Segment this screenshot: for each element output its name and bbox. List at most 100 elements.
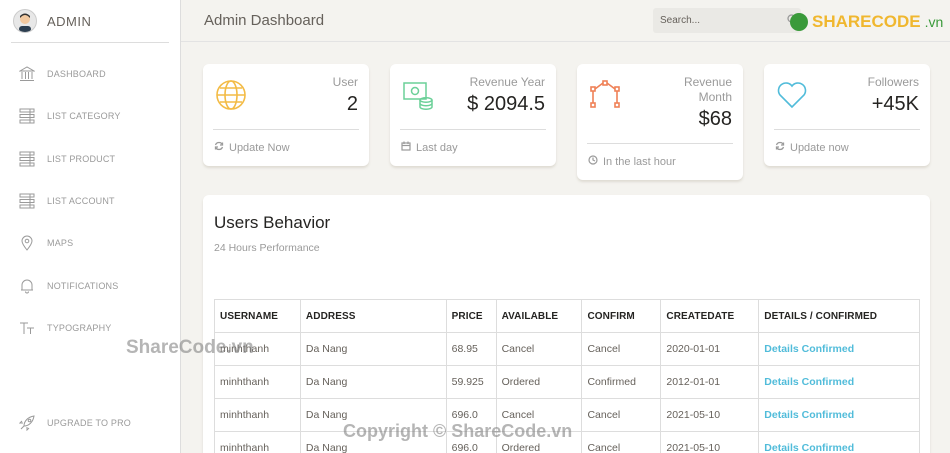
stat-card-followers: Followers +45K Update now [764, 64, 930, 166]
sidebar-item-list-category[interactable]: LIST CATEGORY [0, 95, 181, 137]
calendar-icon [401, 141, 411, 154]
cell-createdate: 2021-05-10 [660, 398, 760, 432]
sidebar-item-dashboard[interactable]: DASHBOARD [0, 53, 181, 95]
stat-footer[interactable]: In the last hour [588, 155, 676, 168]
details-confirmed-link[interactable]: Details Confirmed [758, 431, 920, 453]
details-confirmed-link[interactable]: Details Confirmed [758, 398, 920, 432]
cell-username: minhthanh [214, 332, 301, 366]
cell-available: Ordered [495, 365, 583, 399]
sidebar-item-label: MAPS [47, 238, 74, 249]
page-title: Admin Dashboard [204, 12, 325, 29]
cell-address: Da Nang [299, 398, 447, 432]
stat-category: Revenue Month [683, 75, 732, 104]
stat-card-revenue-month: Revenue Month $68 In the last hour [577, 64, 743, 180]
cell-address: Da Nang [299, 431, 447, 453]
column-header: USERNAME [214, 299, 301, 333]
sidebar-item-label: LIST CATEGORY [47, 111, 121, 122]
bell-icon [18, 277, 36, 295]
cell-price: 696.0 [445, 431, 497, 453]
stat-card-user: User 2 Update Now [203, 64, 369, 166]
divider [774, 129, 920, 130]
details-confirmed-link[interactable]: Details Confirmed [758, 365, 920, 399]
cell-address: Da Nang [299, 365, 447, 399]
refresh-icon [775, 141, 785, 154]
stat-card-revenue-year: Revenue Year $ 2094.5 Last day [390, 64, 556, 166]
column-header: CONFIRM [581, 299, 662, 333]
sidebar-item-maps[interactable]: MAPS [0, 222, 181, 264]
cell-price: 696.0 [445, 398, 497, 432]
globe-icon [215, 79, 247, 111]
stat-category: Followers [867, 75, 919, 89]
money-icon [402, 79, 434, 111]
cell-available: Cancel [495, 398, 583, 432]
sidebar-item-label: LIST PRODUCT [47, 153, 116, 164]
pin-icon [18, 234, 36, 252]
heart-icon [776, 79, 808, 111]
cell-confirm: Cancel [581, 398, 662, 432]
table-row: minhthanh Da Nang 59.925 Ordered Confirm… [214, 365, 920, 399]
vector-icon [589, 79, 621, 111]
stat-footer-text: In the last hour [603, 155, 676, 168]
column-header: PRICE [445, 299, 497, 333]
stat-footer-text: Last day [416, 141, 458, 154]
cell-username: minhthanh [214, 398, 301, 432]
avatar [13, 9, 37, 33]
stat-footer[interactable]: Update now [775, 141, 849, 154]
sidebar-item-list-product[interactable]: LIST PRODUCT [0, 138, 181, 180]
cell-confirm: Confirmed [581, 365, 662, 399]
stat-footer[interactable]: Update Now [214, 141, 290, 154]
rocket-icon [18, 414, 36, 432]
watermark-logo: SHARECODE .vn [790, 12, 943, 32]
cell-username: minhthanh [214, 431, 301, 453]
users-behavior-card: Users Behavior 24 Hours Performance USER… [203, 195, 930, 453]
cell-address: Da Nang [299, 332, 447, 366]
stat-value: $ 2094.5 [467, 93, 545, 115]
bank-icon [18, 65, 36, 83]
cell-createdate: 2012-01-01 [660, 365, 760, 399]
sidebar-item-label: NOTIFICATIONS [47, 280, 119, 291]
column-header: CREATEDATE [660, 299, 760, 333]
stat-value: 2 [346, 93, 358, 115]
text-icon [18, 319, 36, 337]
sidebar-item-list-account[interactable]: LIST ACCOUNT [0, 180, 181, 222]
list-icon [18, 192, 36, 210]
card-title: Users Behavior [214, 213, 331, 232]
sidebar: ADMIN DASHBOARD LIST CATEGORY LIST PRODU… [0, 0, 181, 453]
column-header: AVAILABLE [495, 299, 583, 333]
sidebar-item-label: LIST ACCOUNT [47, 196, 115, 207]
cell-price: 59.925 [445, 365, 497, 399]
clock-icon [588, 155, 598, 168]
stat-footer-text: Update Now [229, 141, 290, 154]
card-subtitle: 24 Hours Performance [214, 242, 320, 254]
search-input[interactable] [653, 8, 801, 33]
table-row: minhthanh Da Nang 696.0 Cancel Cancel 20… [214, 398, 920, 432]
divider [400, 129, 546, 130]
brand-name: ADMIN [47, 13, 92, 29]
stat-category: User [332, 75, 358, 89]
sidebar-item-label: TYPOGRAPHY [47, 322, 112, 333]
table-row: minhthanh Da Nang 68.95 Cancel Cancel 20… [214, 332, 920, 366]
stat-footer-text: Update now [790, 141, 849, 154]
column-header: ADDRESS [299, 299, 447, 333]
watermark-logo-domain: .vn [924, 14, 944, 30]
users-table: USERNAME ADDRESS PRICE AVAILABLE CONFIRM… [214, 299, 920, 453]
divider [587, 143, 733, 144]
watermark-logo-icon [790, 13, 808, 31]
watermark-logo-text: SHARECODE [812, 12, 921, 31]
sidebar-nav: DASHBOARD LIST CATEGORY LIST PRODUCT LIS… [0, 53, 181, 349]
stat-footer[interactable]: Last day [401, 141, 458, 154]
column-header: DETAILS / CONFIRMED [758, 299, 920, 333]
cell-createdate: 2021-05-10 [660, 431, 760, 453]
cell-createdate: 2020-01-01 [660, 332, 760, 366]
sidebar-item-notifications[interactable]: NOTIFICATIONS [0, 264, 181, 306]
brand[interactable]: ADMIN [11, 0, 169, 43]
sidebar-item-label: DASHBOARD [47, 69, 106, 80]
refresh-icon [214, 141, 224, 154]
sidebar-item-typography[interactable]: TYPOGRAPHY [0, 307, 181, 349]
cell-confirm: Cancel [581, 332, 662, 366]
stat-value: $68 [698, 108, 732, 130]
sidebar-item-label: UPGRADE TO PRO [47, 418, 131, 429]
sidebar-item-upgrade[interactable]: UPGRADE TO PRO [0, 402, 131, 444]
details-confirmed-link[interactable]: Details Confirmed [758, 332, 920, 366]
table-header-row: USERNAME ADDRESS PRICE AVAILABLE CONFIRM… [214, 299, 920, 333]
